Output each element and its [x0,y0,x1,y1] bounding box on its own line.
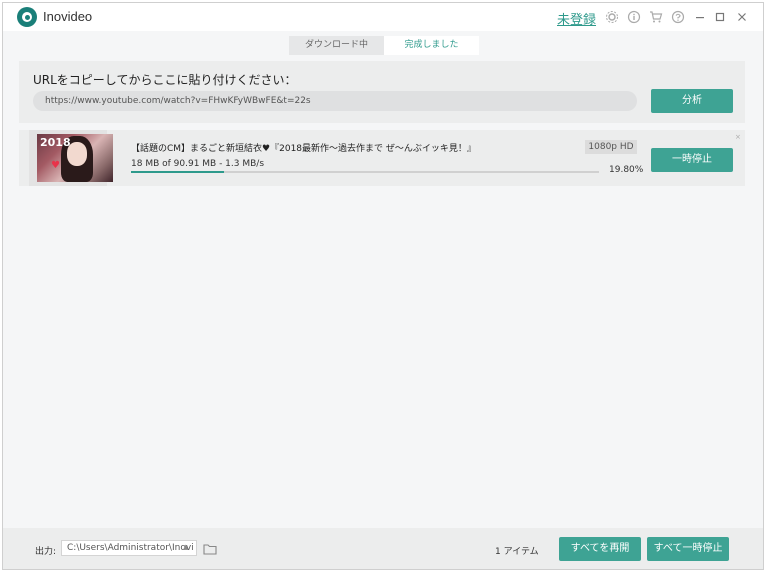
tab-completed[interactable]: 完成しました [384,36,479,55]
resume-all-button[interactable]: すべてを再開 [559,537,641,561]
pause-all-button[interactable]: すべて一時停止 [647,537,729,561]
output-label: 出力: [35,547,57,557]
register-link[interactable]: 未登録 [557,9,596,28]
pause-button[interactable]: 一時停止 [651,148,733,172]
output-path-field[interactable]: C:\Users\Administrator\Inovi [61,540,197,556]
info-icon[interactable] [627,10,641,24]
minimize-icon[interactable] [693,10,707,24]
tab-downloading[interactable]: ダウンロード中 [289,36,384,55]
footer-bar: 出力: C:\Users\Administrator\Inovi ▲ 1 アイテ… [3,528,763,569]
caret-up-icon[interactable]: ▲ [183,543,188,551]
inovideo-logo-icon [17,7,37,27]
progress-bar [131,171,599,173]
video-thumbnail: ♥ 2018 [37,134,113,182]
tab-bar: ダウンロード中 完成しました [289,36,479,55]
app-title: Inovideo [43,9,93,24]
thumbnail-year: 2018 [40,136,71,149]
close-icon[interactable] [735,10,749,24]
remove-item-icon[interactable]: × [735,133,741,141]
app-window: Inovideo 未登録 ダウンロード中 完成しました URLをコピーしてからこ… [2,2,764,570]
analyze-button[interactable]: 分析 [651,89,733,113]
item-count: 1 アイテム [495,547,539,557]
gear-icon[interactable] [605,10,619,24]
folder-icon[interactable] [203,541,217,555]
help-icon[interactable] [671,10,685,24]
download-percent: 19.80% [609,165,644,175]
title-bar: Inovideo 未登録 [3,3,763,31]
cart-icon[interactable] [649,10,663,24]
url-panel: URLをコピーしてからここに貼り付けください： 分析 [19,61,745,123]
progress-bar-fill [131,171,224,173]
download-progress-text: 18 MB of 90.91 MB - 1.3 MB/s [131,159,265,169]
quality-badge: 1080p HD [585,140,637,154]
output-path: C:\Users\Administrator\Inovi [67,543,194,553]
heart-icon: ♥ [51,160,60,171]
download-title: 【話題のCM】まるごと新垣結衣♥『2018最新作～過去作まで ぜ～んぶイッキ見！… [131,144,476,154]
url-input[interactable] [33,91,637,111]
download-item: ♥ 2018 【話題のCM】まるごと新垣結衣♥『2018最新作～過去作まで ぜ～… [19,130,745,186]
maximize-icon[interactable] [713,10,727,24]
url-heading: URLをコピーしてからここに貼り付けください： [33,73,297,87]
